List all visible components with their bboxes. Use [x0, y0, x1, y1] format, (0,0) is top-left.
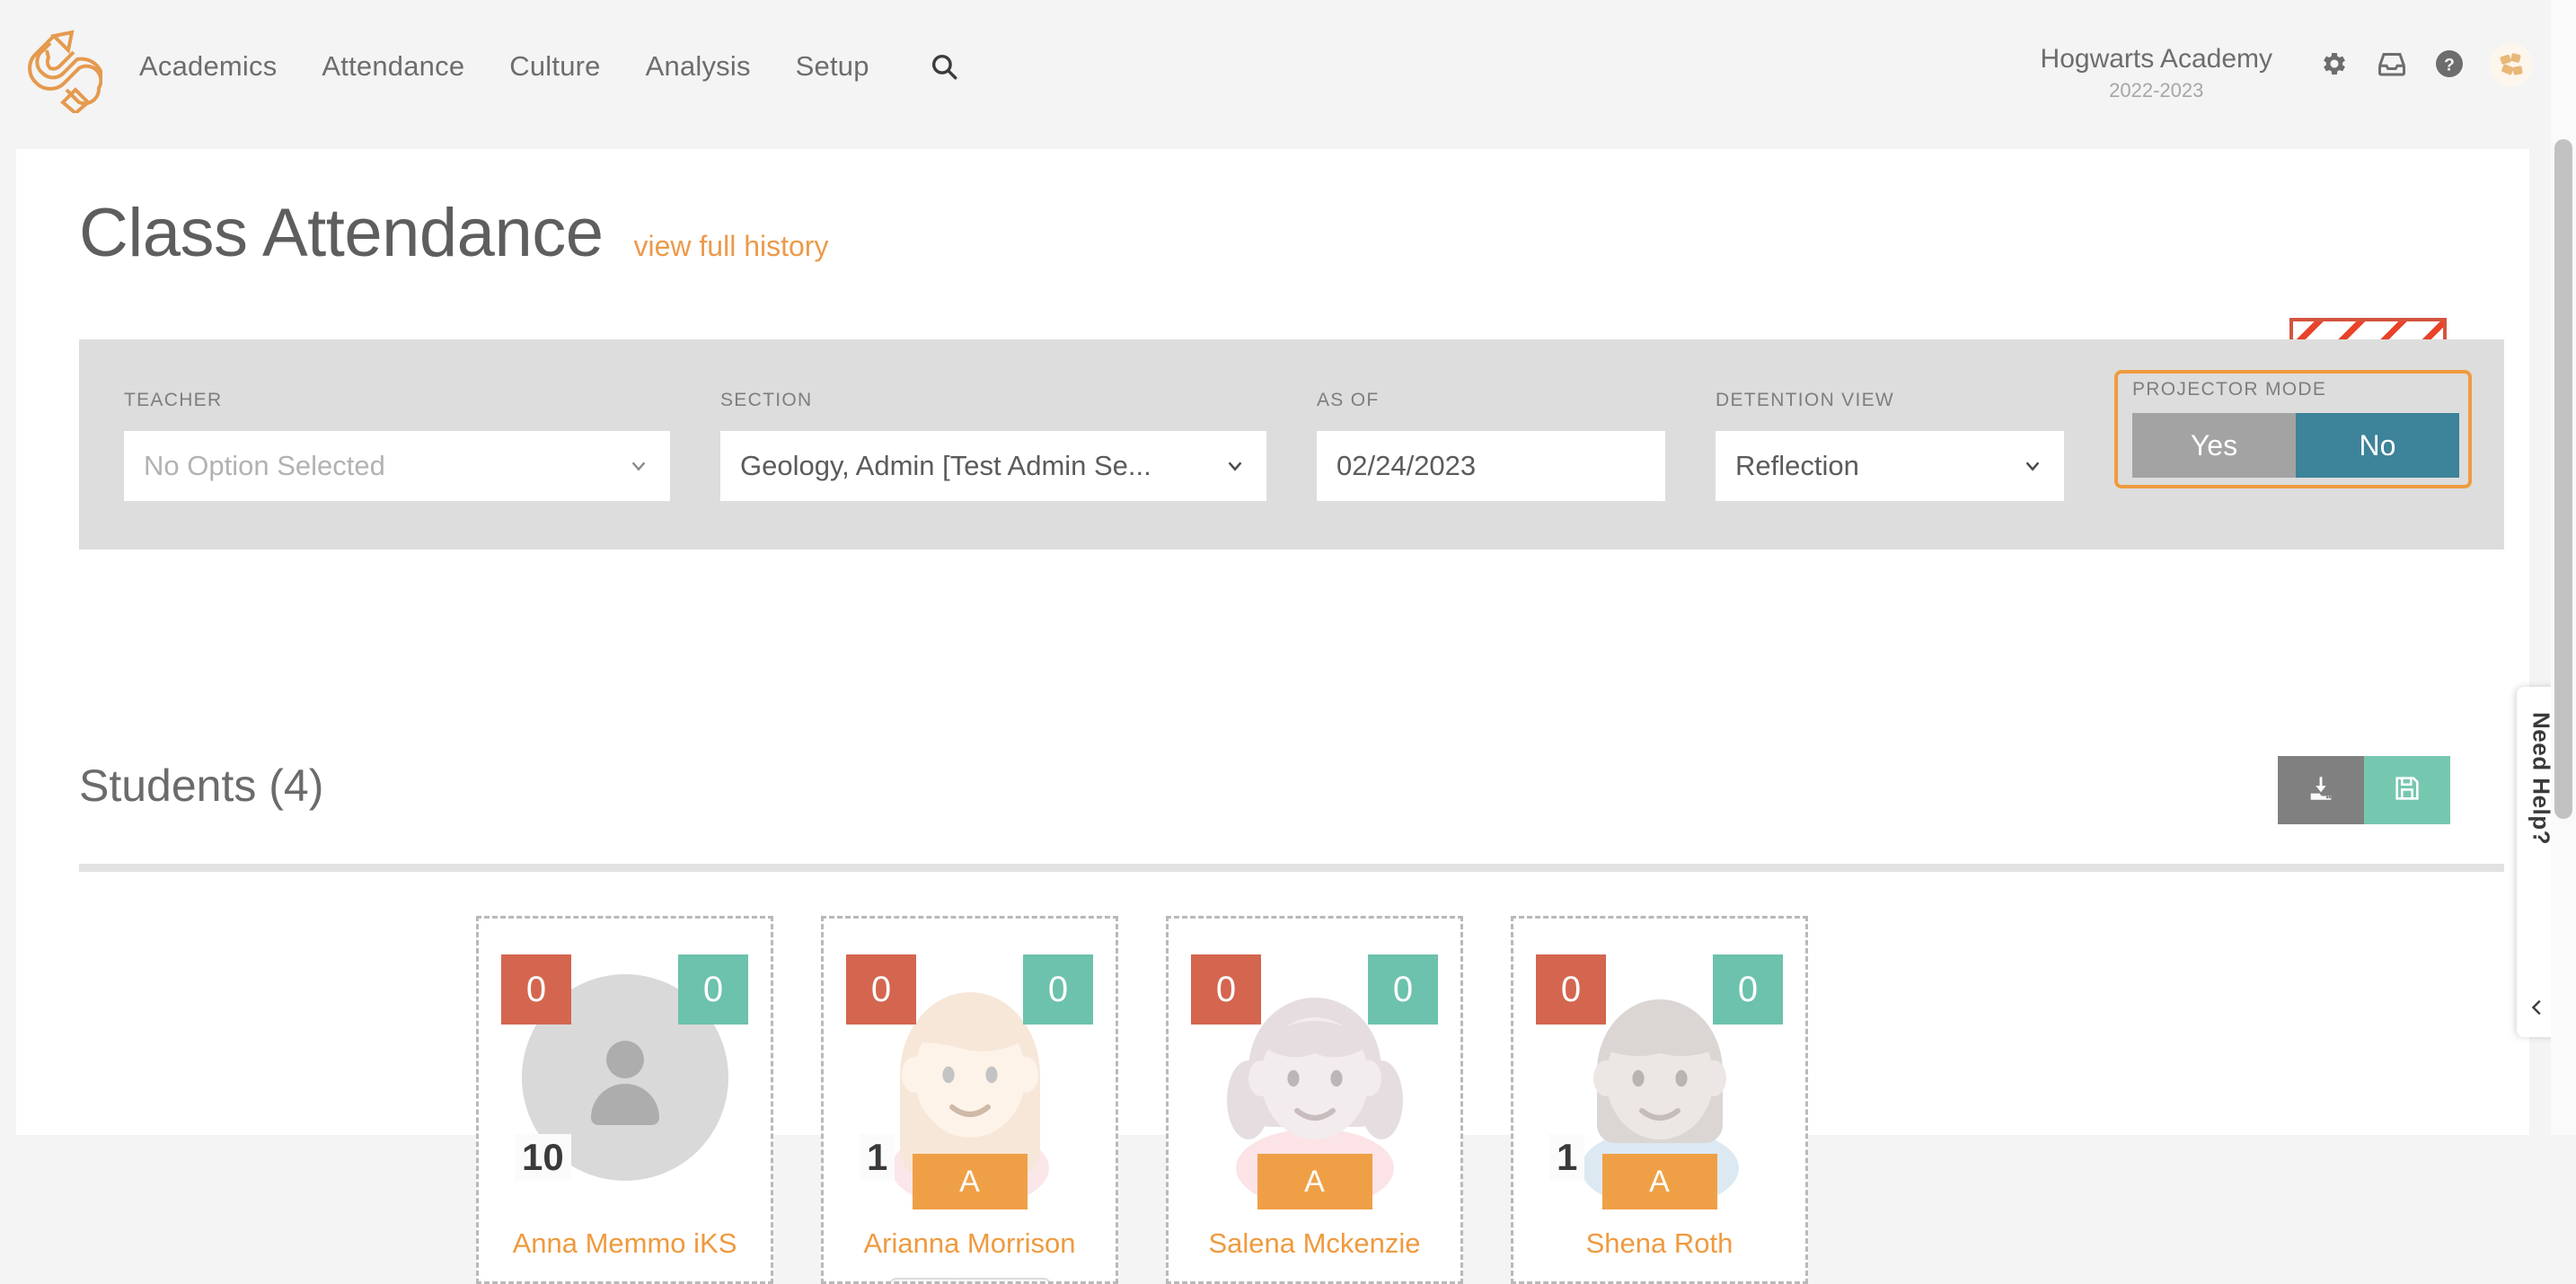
section-select-value: Geology, Admin [Test Admin Se...	[740, 450, 1151, 481]
nav-item-analysis[interactable]: Analysis	[623, 50, 773, 83]
filter-detention-view-label: DETENTION VIEW	[1716, 390, 1895, 410]
filter-as-of: AS OF 02/24/2023	[1317, 390, 1665, 501]
scrollbar-thumb[interactable]	[2554, 139, 2572, 819]
inbox-icon[interactable]	[2371, 43, 2413, 84]
nav-item-attendance[interactable]: Attendance	[299, 50, 487, 83]
chevron-left-icon[interactable]	[2527, 998, 2547, 1017]
negative-count-badge[interactable]: 0	[1191, 954, 1261, 1025]
as-of-date-input[interactable]: 02/24/2023	[1317, 431, 1665, 501]
nav-item-culture[interactable]: Culture	[487, 50, 622, 83]
download-icon	[2306, 773, 2336, 808]
main-content-panel: Class Attendance view full history 25% a…	[16, 149, 2529, 1284]
nav-item-academics[interactable]: Academics	[117, 50, 299, 83]
page-title: Class Attendance	[79, 195, 604, 271]
filter-projector-mode: PROJECTOR MODE Yes No	[2114, 370, 2472, 488]
student-card[interactable]: 0 0 1 A Arianna Morrison	[821, 916, 1118, 1284]
download-button[interactable]	[2278, 756, 2364, 824]
tardy-count: 1	[860, 1134, 895, 1181]
view-full-history-link[interactable]: view full history	[634, 230, 829, 263]
page-header: Class Attendance view full history	[79, 194, 828, 272]
student-card[interactable]: 0 0 1 A Shena Roth	[1511, 916, 1808, 1284]
student-name[interactable]: Anna Memmo iKS	[479, 1227, 771, 1260]
avatar[interactable]	[2490, 43, 2533, 86]
filter-detention-view: DETENTION VIEW Reflection	[1716, 390, 2064, 501]
page-scrollbar[interactable]	[2551, 0, 2576, 1135]
positive-count-badge[interactable]: 0	[1023, 954, 1093, 1025]
main-nav-links: Academics Attendance Culture Analysis Se…	[117, 47, 964, 86]
absence-code-badge[interactable]: A	[1257, 1154, 1372, 1209]
gear-icon[interactable]	[2314, 43, 2355, 84]
tardy-count: 1	[1549, 1134, 1585, 1181]
student-name[interactable]: Arianna Morrison	[824, 1227, 1116, 1260]
positive-count-badge[interactable]: 0	[678, 954, 748, 1025]
detention-view-value: Reflection	[1735, 450, 1859, 481]
positive-count-badge[interactable]: 0	[1713, 954, 1783, 1025]
projector-mode-yes-button[interactable]: Yes	[2132, 413, 2296, 478]
nav-right-cluster: Hogwarts Academy 2022-2023 ?	[2041, 43, 2533, 106]
filter-as-of-label: AS OF	[1317, 390, 1380, 410]
negative-count-badge[interactable]: 0	[501, 954, 571, 1025]
chevron-down-icon	[629, 456, 648, 476]
school-name: Hogwarts Academy	[2040, 44, 2272, 74]
students-heading: Students (4)	[79, 761, 324, 811]
filter-section-label: SECTION	[720, 390, 813, 410]
filter-teacher-label: TEACHER	[124, 390, 223, 410]
svg-text:?: ?	[2444, 56, 2455, 75]
chevron-down-icon	[2023, 456, 2042, 476]
school-year: 2022-2023	[2109, 79, 2204, 101]
positive-count-badge[interactable]: 0	[1368, 954, 1438, 1025]
student-name[interactable]: Salena Mckenzie	[1169, 1227, 1460, 1260]
filter-projector-mode-label: PROJECTOR MODE	[2132, 379, 2327, 400]
negative-count-badge[interactable]: 0	[846, 954, 916, 1025]
student-card[interactable]: 0 0 A Salena Mckenzie	[1166, 916, 1463, 1284]
teacher-select[interactable]: No Option Selected	[124, 431, 670, 501]
help-circle-icon[interactable]: ?	[2429, 43, 2470, 84]
section-divider	[79, 864, 2504, 872]
search-icon[interactable]	[924, 47, 964, 86]
negative-count-badge[interactable]: 0	[1536, 954, 1606, 1025]
as-of-date-value: 02/24/2023	[1337, 450, 1477, 481]
student-card-grid: 0 0 10 Anna Memmo iKS 0 0 1 A Arianna Mo…	[476, 916, 1808, 1284]
projector-mode-toggle: Yes No	[2132, 413, 2459, 478]
absence-code-badge[interactable]: A	[912, 1154, 1028, 1209]
section-select[interactable]: Geology, Admin [Test Admin Se...	[720, 431, 1266, 501]
school-info: Hogwarts Academy 2022-2023	[2041, 43, 2272, 106]
app-logo[interactable]	[16, 20, 105, 116]
tardy-count: 10	[515, 1134, 571, 1181]
teacher-select-value: No Option Selected	[144, 450, 385, 481]
student-action-button[interactable]	[888, 1278, 1051, 1281]
nav-item-setup[interactable]: Setup	[773, 50, 892, 83]
filter-teacher: TEACHER No Option Selected	[124, 390, 670, 501]
detention-view-select[interactable]: Reflection	[1716, 431, 2064, 501]
student-name[interactable]: Shena Roth	[1513, 1227, 1805, 1260]
filter-bar: TEACHER No Option Selected SECTION Geolo…	[79, 339, 2504, 550]
top-navigation-bar: Academics Attendance Culture Analysis Se…	[0, 0, 2576, 149]
absence-code-badge[interactable]: A	[1601, 1154, 1717, 1209]
projector-mode-no-button[interactable]: No	[2296, 413, 2459, 478]
student-actions	[2278, 756, 2450, 824]
save-button[interactable]	[2364, 756, 2450, 824]
save-icon	[2392, 773, 2422, 808]
filter-section: SECTION Geology, Admin [Test Admin Se...	[720, 390, 1266, 501]
chevron-down-icon	[1225, 456, 1245, 476]
student-card[interactable]: 0 0 10 Anna Memmo iKS	[476, 916, 773, 1284]
